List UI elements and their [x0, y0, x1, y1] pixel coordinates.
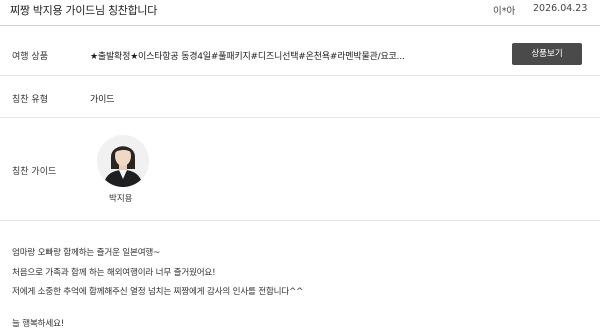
guide-name: 박지용 — [109, 194, 133, 204]
review-line: 늘 행복하세요! — [12, 319, 65, 329]
type-label: 칭찬 유형 — [12, 95, 48, 105]
type-value: 가이드 — [90, 95, 115, 105]
header-divider — [0, 25, 600, 26]
guide-label: 칭찬 가이드 — [12, 167, 57, 177]
review-line: 처음으로 가족과 함께 하는 해외여행이라 너무 즐거웠어요! — [12, 268, 216, 278]
review-date: 2026.04.23 — [533, 3, 588, 14]
product-label: 여행 상품 — [12, 52, 48, 62]
person-icon — [97, 135, 149, 187]
review-title: 찌짱 박지용 가이드님 칭찬합니다 — [10, 4, 158, 17]
review-author: 이*아 — [493, 6, 516, 17]
row-divider — [0, 220, 600, 221]
review-header: 찌짱 박지용 가이드님 칭찬합니다 이*아 2026.04.23 — [0, 0, 600, 22]
view-product-button[interactable]: 상품보기 — [512, 43, 582, 65]
review-line: 저에게 소중한 추억에 함께해주신 열정 넘치는 찌짱에게 감사의 인사를 전합… — [12, 287, 304, 297]
product-value: ★출발확정★이스타항공 동경4일#풀패키지#디즈니선택#온천욕#라멘박물관/요코… — [90, 52, 405, 62]
review-line: 엄마랑 오빠랑 함께하는 즐거운 일본여행~ — [12, 248, 161, 258]
row-divider — [0, 117, 600, 118]
row-divider — [0, 75, 600, 76]
guide-avatar-icon — [97, 135, 149, 187]
